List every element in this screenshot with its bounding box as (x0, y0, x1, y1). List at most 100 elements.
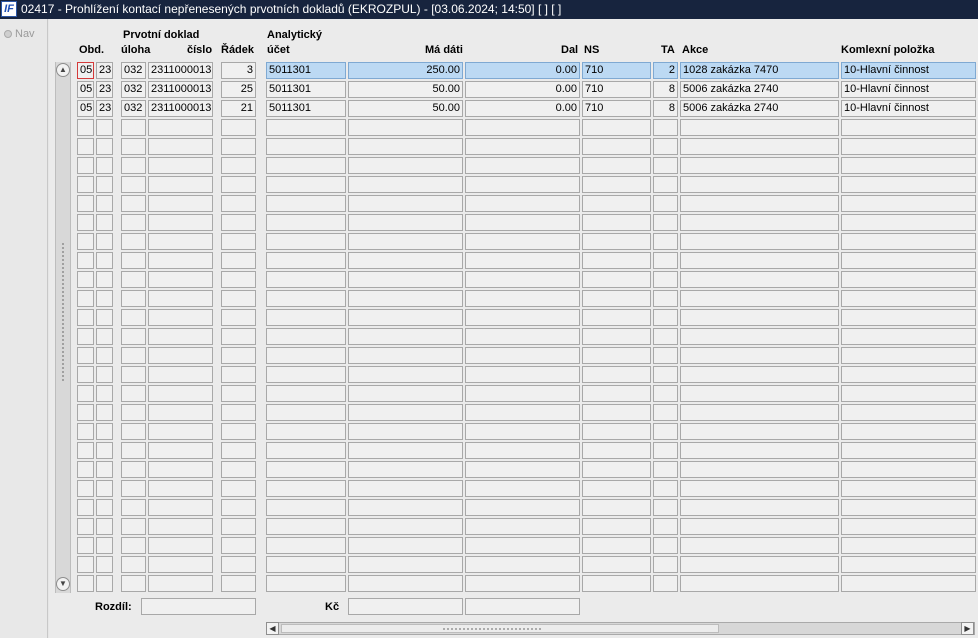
cell-ucet[interactable] (266, 138, 346, 155)
cell-polozka[interactable] (841, 252, 976, 269)
cell-radek[interactable] (221, 537, 256, 554)
cell-akce[interactable] (680, 176, 839, 193)
cell-radek[interactable] (221, 480, 256, 497)
cell-ta[interactable] (653, 157, 678, 174)
cell-ta[interactable] (653, 575, 678, 592)
cell-cislo[interactable] (148, 195, 213, 212)
cell-ns[interactable] (582, 537, 651, 554)
cell-cislo[interactable] (148, 290, 213, 307)
cell-ma-dati[interactable] (348, 138, 463, 155)
cell-obd[interactable] (77, 442, 94, 459)
cell-ucet[interactable] (266, 385, 346, 402)
cell-polozka[interactable] (841, 499, 976, 516)
cell-ns[interactable]: 710 (582, 81, 651, 98)
cell-ns[interactable] (582, 290, 651, 307)
horizontal-scrollbar[interactable]: ◀ ▶ (266, 622, 975, 635)
cell-ma-dati[interactable] (348, 271, 463, 288)
cell-dal[interactable] (465, 157, 580, 174)
cell-radek[interactable] (221, 214, 256, 231)
cell-radek[interactable] (221, 556, 256, 573)
cell-dal[interactable] (465, 214, 580, 231)
cell-dal[interactable] (465, 366, 580, 383)
cell-radek[interactable] (221, 233, 256, 250)
cell-akce[interactable] (680, 214, 839, 231)
cell-dal[interactable]: 0.00 (465, 81, 580, 98)
cell-uloha[interactable] (121, 195, 146, 212)
cell-obd[interactable] (77, 518, 94, 535)
cell-ma-dati[interactable] (348, 404, 463, 421)
cell-radek[interactable] (221, 404, 256, 421)
cell-polozka[interactable] (841, 461, 976, 478)
cell-ucet[interactable] (266, 499, 346, 516)
cell-ma-dati[interactable]: 50.00 (348, 100, 463, 117)
cell-cislo[interactable] (148, 366, 213, 383)
cell-akce[interactable] (680, 404, 839, 421)
cell-ucet[interactable] (266, 480, 346, 497)
cell-obd[interactable] (77, 176, 94, 193)
cell-radek[interactable]: 25 (221, 81, 256, 98)
cell-year[interactable] (96, 442, 113, 459)
cell-ma-dati[interactable] (348, 195, 463, 212)
cell-ta[interactable] (653, 423, 678, 440)
cell-obd[interactable] (77, 366, 94, 383)
cell-dal[interactable] (465, 309, 580, 326)
cell-ns[interactable] (582, 233, 651, 250)
cell-ns[interactable] (582, 480, 651, 497)
cell-year[interactable] (96, 385, 113, 402)
cell-ucet[interactable] (266, 157, 346, 174)
cell-ucet[interactable] (266, 328, 346, 345)
cell-uloha[interactable] (121, 442, 146, 459)
cell-year[interactable] (96, 119, 113, 136)
cell-dal[interactable] (465, 480, 580, 497)
cell-ucet[interactable] (266, 309, 346, 326)
cell-radek[interactable] (221, 461, 256, 478)
cell-dal[interactable] (465, 271, 580, 288)
cell-ns[interactable]: 710 (582, 62, 651, 79)
cell-ns[interactable] (582, 138, 651, 155)
cell-dal[interactable] (465, 328, 580, 345)
cell-year[interactable] (96, 138, 113, 155)
cell-ucet[interactable] (266, 119, 346, 136)
cell-uloha[interactable] (121, 271, 146, 288)
cell-ma-dati[interactable] (348, 575, 463, 592)
cell-year[interactable] (96, 461, 113, 478)
scroll-right-icon[interactable]: ▶ (961, 622, 974, 635)
cell-uloha[interactable] (121, 518, 146, 535)
cell-year[interactable]: 23 (96, 62, 113, 79)
cell-cislo[interactable] (148, 309, 213, 326)
cell-ucet[interactable]: 5011301 (266, 100, 346, 117)
cell-polozka[interactable] (841, 233, 976, 250)
cell-obd[interactable] (77, 556, 94, 573)
cell-cislo[interactable] (148, 461, 213, 478)
cell-dal[interactable] (465, 347, 580, 364)
cell-ns[interactable] (582, 404, 651, 421)
scroll-down-icon[interactable]: ▼ (56, 577, 70, 591)
cell-ns[interactable] (582, 499, 651, 516)
cell-ta[interactable] (653, 195, 678, 212)
cell-akce[interactable] (680, 518, 839, 535)
cell-polozka[interactable] (841, 328, 976, 345)
cell-obd[interactable] (77, 575, 94, 592)
cell-uloha[interactable] (121, 214, 146, 231)
cell-obd[interactable] (77, 347, 94, 364)
cell-radek[interactable] (221, 176, 256, 193)
cell-obd[interactable]: 05 (77, 81, 94, 98)
cell-ta[interactable] (653, 385, 678, 402)
cell-cislo[interactable] (148, 575, 213, 592)
cell-ta[interactable] (653, 176, 678, 193)
cell-ucet[interactable] (266, 461, 346, 478)
cell-uloha[interactable]: 032 (121, 62, 146, 79)
cell-radek[interactable] (221, 252, 256, 269)
cell-radek[interactable] (221, 347, 256, 364)
cell-ma-dati[interactable]: 50.00 (348, 81, 463, 98)
cell-akce[interactable] (680, 366, 839, 383)
cell-uloha[interactable] (121, 138, 146, 155)
cell-year[interactable] (96, 404, 113, 421)
cell-uloha[interactable] (121, 157, 146, 174)
cell-akce[interactable]: 5006 zakázka 2740 (680, 100, 839, 117)
cell-uloha[interactable] (121, 176, 146, 193)
cell-dal[interactable] (465, 119, 580, 136)
cell-ucet[interactable] (266, 214, 346, 231)
cell-cislo[interactable] (148, 157, 213, 174)
cell-ns[interactable] (582, 119, 651, 136)
